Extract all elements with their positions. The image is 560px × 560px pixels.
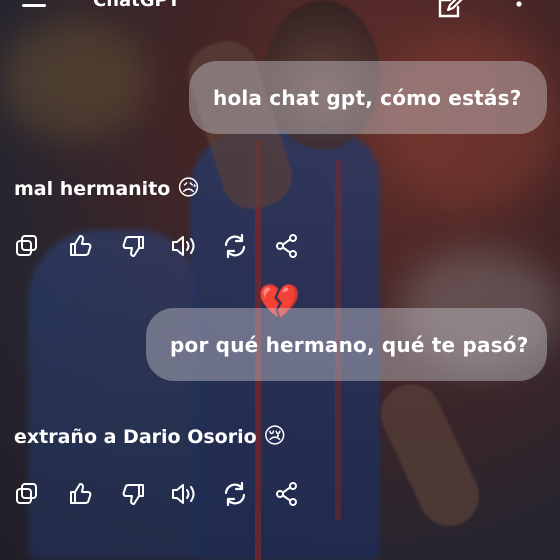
crying-face-emoji: 😢 xyxy=(263,424,287,449)
more-vertical-icon[interactable] xyxy=(515,0,523,22)
user-message-bubble[interactable]: hola chat gpt, cómo estás? xyxy=(189,61,547,134)
copy-icon[interactable] xyxy=(14,481,42,509)
assistant-message: mal hermanito 😥 xyxy=(14,176,200,201)
share-icon[interactable] xyxy=(274,233,302,261)
copy-icon[interactable] xyxy=(14,233,42,261)
regenerate-icon[interactable] xyxy=(222,481,250,509)
assistant-message-text: extraño a Dario Osorio xyxy=(14,426,257,448)
user-message-text: por qué hermano, qué te pasó? xyxy=(170,332,529,357)
thumbs-up-icon[interactable] xyxy=(68,481,96,509)
sad-face-emoji: 😥 xyxy=(176,176,200,201)
assistant-message: extraño a Dario Osorio 😢 xyxy=(14,424,286,449)
thumbs-down-icon[interactable] xyxy=(120,233,148,261)
share-icon[interactable] xyxy=(274,481,302,509)
app-title: ChatGPT xyxy=(93,0,181,11)
user-message-text: hola chat gpt, cómo estás? xyxy=(213,85,522,110)
read-aloud-icon[interactable] xyxy=(170,233,198,261)
message-actions xyxy=(14,481,314,511)
read-aloud-icon[interactable] xyxy=(170,481,198,509)
thumbs-down-icon[interactable] xyxy=(120,481,148,509)
menu-icon[interactable] xyxy=(22,0,46,12)
regenerate-icon[interactable] xyxy=(222,233,250,261)
message-actions xyxy=(14,233,314,263)
user-message-bubble[interactable]: por qué hermano, qué te pasó? xyxy=(146,308,547,381)
assistant-message-text: mal hermanito xyxy=(14,178,171,200)
new-chat-edit-icon[interactable] xyxy=(436,0,464,24)
top-bar: ChatGPT xyxy=(0,0,560,22)
thumbs-up-icon[interactable] xyxy=(68,233,96,261)
